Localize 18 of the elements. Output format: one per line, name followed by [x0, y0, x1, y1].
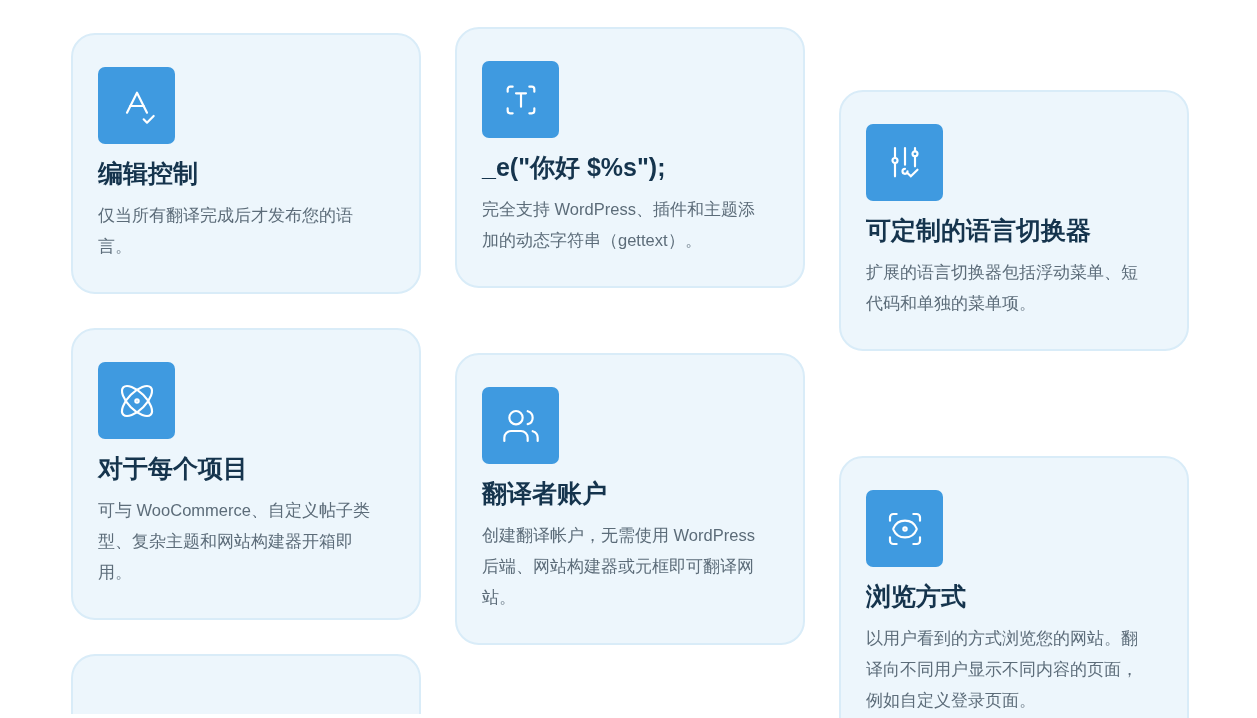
- text-scan-icon: [482, 61, 559, 138]
- users-icon: [482, 387, 559, 464]
- card-title: 可定制的语言切换器: [866, 215, 1092, 246]
- card-title: 对于每个项目: [98, 453, 249, 484]
- card-title: 翻译者账户: [482, 478, 608, 509]
- sliders-check-icon: [866, 124, 943, 201]
- eye-scan-icon: [866, 490, 943, 567]
- atom-icon: [98, 362, 175, 439]
- card-title: 浏览方式: [866, 581, 967, 612]
- card-title: 编辑控制: [98, 158, 199, 189]
- card-description: 以用户看到的方式浏览您的网站。翻译向不同用户显示不同内容的页面，例如自定义登录页面。: [866, 628, 1139, 711]
- card-title: _e("你好 $%s");: [482, 152, 667, 183]
- card-description: 仅当所有翻译完成后才发布您的语言。: [98, 205, 354, 257]
- card-description: 创建翻译帐户，无需使用 WordPress 后端、网站构建器或元框即可翻译网站。: [482, 525, 756, 608]
- card-description: 完全支持 WordPress、插件和主题添加的动态字符串（gettext）。: [482, 199, 756, 251]
- card-description: 扩展的语言切换器包括浮动菜单、短代码和单独的菜单项。: [866, 262, 1139, 314]
- spellcheck-icon: [98, 67, 175, 144]
- card-description: 可与 WooCommerce、自定义帖子类型、复杂主题和网站构建器开箱即用。: [98, 500, 371, 583]
